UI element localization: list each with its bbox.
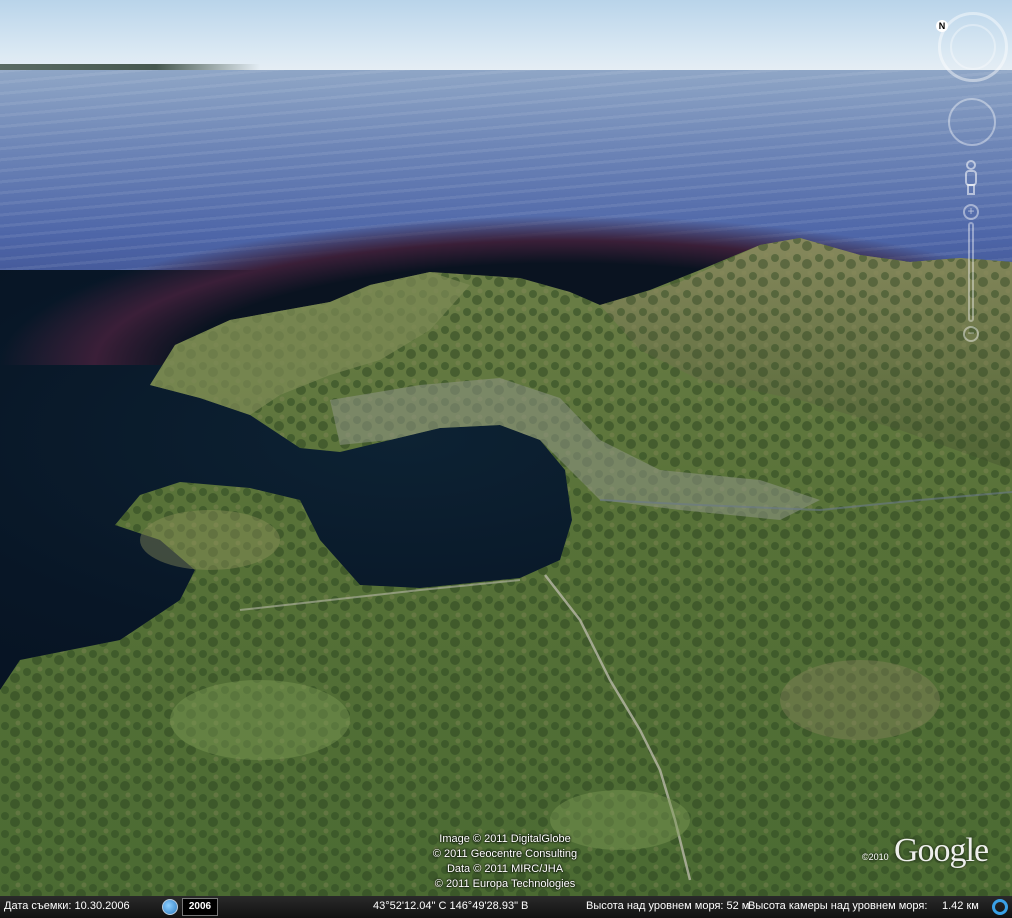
google-logo: ©2010 Google — [858, 832, 1008, 872]
map-3d-view[interactable]: N + − Image © 2011 DigitalGlobe © 2011 G… — [0, 0, 1012, 918]
credit-line: © 2011 Geocentre Consulting — [432, 848, 578, 860]
logo-year: ©2010 — [862, 852, 889, 862]
navigation-controls: N + − — [932, 8, 1012, 358]
imagery-date: Дата съемки: 10.30.2006 — [4, 900, 130, 912]
camera-altitude: 1.42 км — [942, 900, 979, 912]
terrain — [0, 238, 1012, 918]
camera-elevation-label: Высота камеры над уровнем моря: — [748, 900, 928, 912]
historical-imagery-icon[interactable] — [162, 899, 178, 915]
credit-line: © 2011 Europa Technologies — [434, 878, 576, 890]
look-joystick[interactable] — [948, 98, 996, 146]
credit-line: Data © 2011 MIRC/JHA — [446, 863, 564, 875]
history-year-button[interactable]: 2006 — [182, 898, 218, 916]
streaming-status-icon — [992, 899, 1008, 915]
north-icon[interactable]: N — [936, 20, 948, 32]
logo-text: Google — [894, 832, 989, 869]
ground-elevation: Высота над уровнем моря: 52 м — [586, 900, 750, 912]
imagery-credits: Image © 2011 DigitalGlobe © 2011 Geocent… — [400, 832, 610, 892]
zoom-in-button[interactable]: + — [963, 204, 979, 220]
zoom-slider[interactable] — [968, 222, 974, 322]
street-view-pegman-icon[interactable] — [962, 160, 980, 196]
zoom-out-button[interactable]: − — [963, 326, 979, 342]
pointer-coordinates: 43°52'12.04" С 146°49'28.93" В — [373, 900, 529, 912]
compass-center[interactable] — [950, 24, 996, 70]
credit-line: Image © 2011 DigitalGlobe — [439, 833, 571, 845]
status-bar: Дата съемки: 10.30.2006 2006 43°52'12.04… — [0, 896, 1012, 918]
